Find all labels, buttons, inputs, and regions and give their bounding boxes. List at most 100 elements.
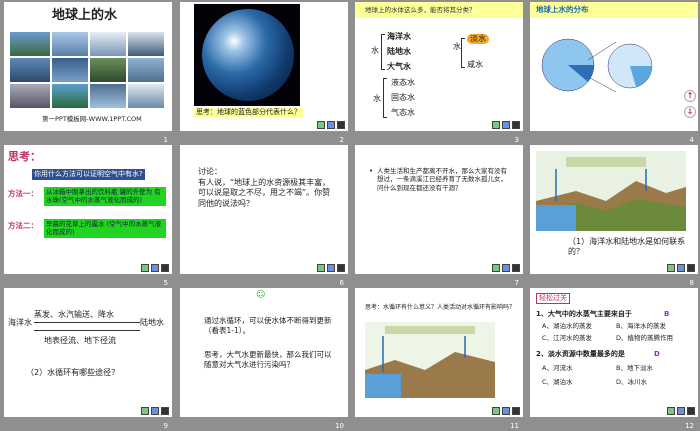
slide-number: 9: [163, 422, 168, 430]
slide-number: 8: [689, 279, 694, 287]
slide-thumbnail-8[interactable]: （1）海洋水和陆地水是如何联系的？ 8: [530, 145, 698, 287]
slide-number: 2: [339, 136, 344, 144]
class-item: 陆地水: [387, 47, 411, 56]
space-background: [194, 4, 300, 106]
slide-number: 10: [335, 422, 344, 430]
slide-number: 11: [510, 422, 519, 430]
nav-icons: [141, 264, 169, 272]
ocean: [536, 205, 576, 231]
photo: [90, 58, 126, 82]
slide-thumbnail-1[interactable]: 地球上的水 第一PPT模板网-WWW.1PPT.COM 1: [4, 2, 172, 144]
slide-question: （2）水循环有哪些途径？: [26, 368, 120, 377]
slide-paragraph: 思考，大气水更新最快，那么我们可以随意对大气水进行污染吗？: [204, 350, 332, 369]
slide-thumbnail-6[interactable]: 讨论： 有人说，“地球上的水资源极其丰富，可以说是取之不尽，用之不竭”。你赞同他…: [180, 145, 348, 287]
slide-number: 12: [685, 422, 694, 430]
slide-thumbnail-10[interactable]: ☺ 通过水循环，可以使水体不断得到更新（看表1-1）。 思考，大气水更新最快，那…: [180, 288, 348, 430]
photo: [52, 32, 88, 56]
slide-paragraph: 通过水循环，可以使水体不断得到更新（看表1-1）。: [204, 316, 332, 335]
smile-icon: ☺: [256, 290, 266, 300]
nav-icons: [492, 121, 520, 129]
method-text: 早晨的花草上的露水 (空气中的水蒸气液化而成的): [44, 219, 166, 238]
land-water-label: 陆地水: [140, 318, 164, 327]
state-item: 气态水: [391, 108, 415, 117]
discussion-text: 有人说，“地球上的水资源极其丰富，可以说是取之不尽，用之不竭”。你赞同他的说法吗…: [198, 178, 331, 208]
cloud-band: [385, 326, 475, 334]
water-cycle-diagram: [536, 151, 686, 231]
slide-number: 1: [163, 136, 168, 144]
nav-icons: [141, 407, 169, 415]
method-label: 方法二：: [8, 221, 38, 230]
quiz-option: A、湖泊水的蒸发: [542, 322, 592, 330]
quiz-badge: 轻松过关: [536, 293, 570, 305]
slide-footer: 第一PPT模板网-WWW.1PPT.COM: [42, 115, 142, 123]
cloud-band: [566, 157, 646, 167]
root-label: 水: [373, 94, 381, 103]
slide-thumbnail-2[interactable]: 思考：地球的蓝色部分代表什么？ 2: [180, 2, 348, 144]
state-item: 固态水: [391, 93, 415, 102]
nav-icons: [492, 407, 520, 415]
slide-thumbnail-11[interactable]: 思考：水循环有什么意义？人类活动对水循环有影响吗？ 11: [355, 288, 523, 430]
slide-title: 地球上的水: [52, 8, 118, 23]
quiz-option: B、地下淡水: [616, 364, 653, 372]
arrow-line: [34, 330, 140, 331]
photo: [10, 32, 50, 56]
method-text: 从冰箱中刚拿出的饮料瓶 罐的外壁为 有水珠(空气中的水蒸气液化而成的): [44, 187, 166, 206]
slide-thumbnail-7[interactable]: • 人类生活和生产都离不开水，那么大家有没有想过，一条滴溪江已经养育了无数水孤儿…: [355, 145, 523, 287]
slide-thumbnail-5[interactable]: 思考： 你用什么方法可以证明空气中有水? 方法一： 从冰箱中刚拿出的饮料瓶 罐的…: [4, 145, 172, 287]
root-label: 水: [453, 42, 461, 51]
fresh-water-label: 淡水: [467, 34, 489, 45]
arrow-line: [34, 322, 140, 323]
nav-icons: [667, 407, 695, 415]
quiz-option: B、海洋水的蒸发: [616, 322, 666, 330]
slide-text: 思考：水循环有什么意义？人类活动对水循环有影响吗？: [365, 304, 516, 311]
slide-caption: （1）海洋水和陆地水是如何联系的？: [568, 237, 686, 257]
photo: [128, 32, 164, 56]
nav-icons: [667, 264, 695, 272]
state-item: 液态水: [391, 78, 415, 87]
slide-number: 6: [339, 279, 344, 287]
slide-title: 地球上水的分布: [536, 5, 589, 14]
slide-question: 地球上的水体这么多，能否将其分类？: [365, 6, 476, 14]
slide-thumbnail-9[interactable]: 蒸发、水汽输送、降水 海洋水 陆地水 地表径流、地下径流 （2）水循环有哪些途径…: [4, 288, 172, 430]
slide-thumbnail-4[interactable]: 地球上水的分布 ↑ ↓ 4: [530, 2, 698, 144]
photo: [52, 84, 88, 108]
method-label: 方法一：: [8, 189, 38, 198]
connector: [589, 77, 617, 93]
photo: [128, 84, 164, 108]
quiz-option: C、湖泊水: [542, 378, 573, 386]
brace: [383, 78, 387, 118]
nav-icons: [317, 264, 345, 272]
quiz-option: A、河流水: [542, 364, 573, 372]
brace: [461, 38, 465, 68]
slide-thumbnail-12[interactable]: 轻松过关 1、大气中的水蒸气主要来自于 B A、湖泊水的蒸发 B、海洋水的蒸发 …: [530, 288, 698, 430]
quiz-answer: B: [664, 310, 670, 318]
nav-down-button[interactable]: ↓: [684, 106, 696, 118]
root-label: 水: [371, 46, 379, 55]
photo: [90, 84, 126, 108]
cycle-bottom-label: 地表径流、地下径流: [44, 336, 116, 345]
water-cycle-diagram: [365, 322, 495, 398]
nav-up-button[interactable]: ↑: [684, 90, 696, 102]
photo: [90, 32, 126, 56]
salt-water-label: 咸水: [467, 60, 483, 69]
discussion-label: 讨论：: [198, 167, 222, 176]
slide-subtitle: 你用什么方法可以证明空气中有水?: [32, 169, 145, 181]
quiz-option: D、植物的蒸腾作用: [616, 334, 674, 342]
photo: [10, 84, 50, 108]
slide-thumbnail-3[interactable]: 地球上的水体这么多，能否将其分类？ 水 海洋水 陆地水 大气水 水 淡水 咸水 …: [355, 2, 523, 144]
distribution-chart: [541, 38, 653, 93]
brace: [381, 34, 385, 70]
slide-header: 思考：: [8, 150, 41, 163]
slide-number: 3: [514, 136, 519, 144]
nav-icons: [317, 121, 345, 129]
photo: [128, 58, 164, 82]
slide-number: 7: [514, 279, 519, 287]
quiz-question: 2、淡水资源中数量最多的是: [536, 350, 625, 358]
ocean: [365, 374, 401, 398]
quiz-option: D、冰川水: [616, 378, 648, 386]
class-item: 大气水: [387, 62, 411, 71]
quiz-question: 1、大气中的水蒸气主要来自于: [536, 310, 632, 318]
slide-caption: 思考：地球的蓝色部分代表什么？: [194, 108, 303, 118]
photo: [52, 58, 88, 82]
bullet: •: [369, 167, 374, 175]
